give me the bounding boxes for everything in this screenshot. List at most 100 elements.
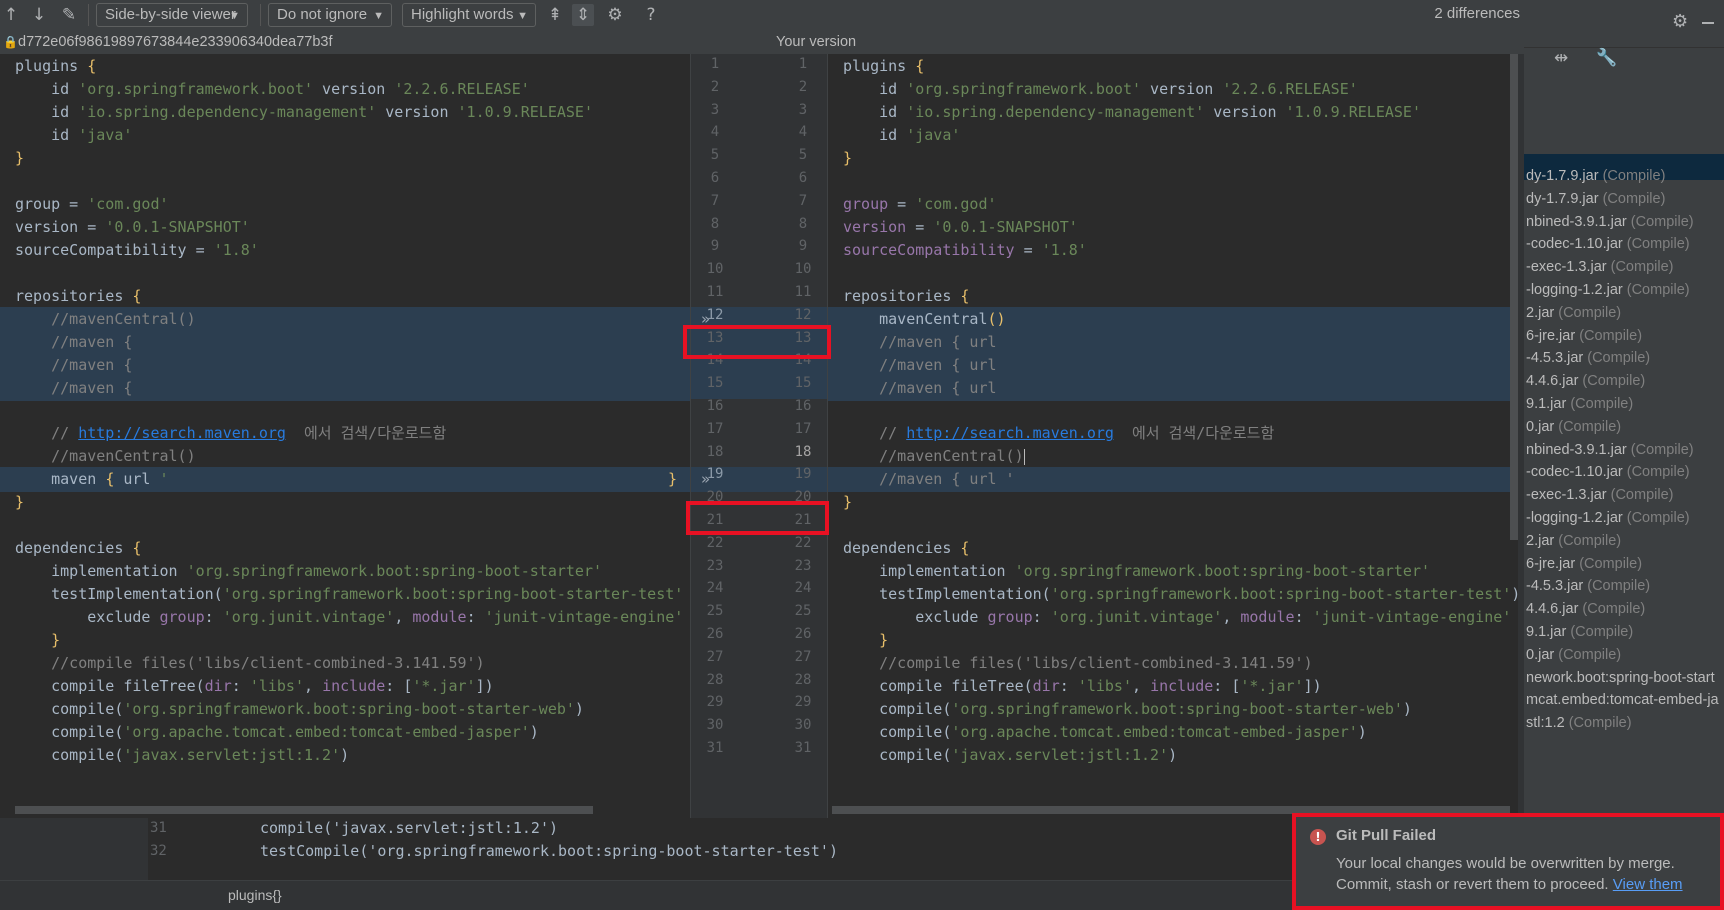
dependency-name: 2.jar [1526,532,1559,549]
dependency-scope: (Compile) [1582,373,1646,390]
edit-source-icon[interactable]: ✎ [58,4,80,26]
notification-message: Your local changes would be overwritten … [1336,853,1716,895]
line-number: 31 [150,820,167,836]
code-line: id 'io.spring.dependency-management' ver… [51,103,593,121]
code-line: compile fileTree(dir: 'libs', include: [… [879,677,1322,695]
dependency-name: 4.4.6.jar [1526,601,1583,618]
left-line-number: 25 [706,603,724,620]
right-editor[interactable]: plugins { id 'org.springframework.boot' … [828,54,1518,818]
dependency-item[interactable]: stl:1.2 (Compile) [1526,711,1632,736]
dependency-scope: (Compile) [1570,396,1634,412]
right-line-number: 16 [794,398,812,414]
git-pull-failed-notification: ! Git Pull Failed Your local changes wou… [1292,813,1724,910]
dependencies-panel: ⚙ ⇹ 🔧 dy-1.7.9.jar (Compile) dy-1.7.9.jar… [1512,0,1724,910]
ignore-whitespace-dropdown[interactable]: Do not ignore ▼ [268,3,392,27]
dependency-item[interactable]: dy-1.7.9.jar (Compile) [1526,164,1665,189]
dependency-item[interactable]: -codec-1.10.jar (Compile) [1526,232,1690,257]
line-number: 32 [150,843,167,859]
dependency-item[interactable]: -exec-1.3.jar (Compile) [1526,483,1673,508]
code-line[interactable]: testCompile('org.springframework.boot:sp… [260,842,838,860]
right-line-number: 2 [798,78,808,95]
dependency-item[interactable]: 2.jar (Compile) [1526,301,1621,326]
settings-gear-icon[interactable]: ⚙ [604,4,626,26]
toolbar-separator [260,4,261,26]
dependency-name: 6-jre.jar [1526,555,1580,572]
left-editor[interactable]: plugins { id 'org.springframework.boot' … [0,54,690,818]
dependency-item[interactable]: -logging-1.2.jar (Compile) [1526,278,1690,303]
dependency-item[interactable]: 2.jar (Compile) [1526,529,1621,554]
code-line: compile('org.apache.tomcat.embed:tomcat-… [51,723,539,741]
left-line-number: 27 [706,648,724,665]
diff-window: ↑ ↓ ✎ Side-by-side viewer ▼ Do not ignor… [0,0,1524,818]
dependency-item[interactable]: -exec-1.3.jar (Compile) [1526,255,1673,280]
highlight-dropdown[interactable]: Highlight words ▼ [402,3,536,27]
right-line-number: 11 [794,284,812,300]
minimize-icon[interactable] [1702,22,1714,24]
dependency-item[interactable]: 6-jre.jar (Compile) [1526,324,1642,349]
dependency-name: -4.5.3.jar [1526,578,1588,595]
dependency-item[interactable]: -4.5.3.jar (Compile) [1526,574,1650,599]
dependency-item[interactable]: mcat.embed:tomcat-embed-ja [1526,688,1719,713]
dependency-scope: (Compile) [1626,236,1690,253]
code-line: version = '0.0.1-SNAPSHOT' [15,218,250,236]
dependency-scope: (Compile) [1582,601,1646,618]
chevron-down-icon: ▼ [229,10,240,22]
settings-gear-icon[interactable]: ⚙ [1672,11,1688,32]
code-line: repositories { [843,287,970,305]
sync-scroll-icon[interactable]: ⇕ [572,4,594,26]
dependency-item[interactable]: nbined-3.9.1.jar (Compile) [1526,438,1694,463]
viewer-dropdown[interactable]: Side-by-side viewer ▼ [96,3,248,27]
apply-change-icon[interactable]: » [701,467,710,492]
right-line-number: 28 [794,671,812,688]
left-line-number: 23 [706,557,724,574]
help-icon[interactable]: ? [640,4,662,26]
dependency-scope: (Compile) [1558,418,1622,435]
dependency-item[interactable]: 6-jre.jar (Compile) [1526,552,1642,577]
dependency-scope: (Compile) [1587,350,1651,367]
horizontal-scrollbar[interactable] [15,806,593,814]
dependency-item[interactable]: 9.1.jar (Compile) [1526,620,1633,645]
code-line: } [843,493,853,511]
code-line: } [15,493,25,511]
dependency-item[interactable]: dy-1.7.9.jar (Compile) [1526,187,1665,212]
dependency-item[interactable]: 0.jar (Compile) [1526,415,1621,440]
next-difference-icon[interactable]: ↓ [28,4,50,26]
changed-line: //mavenCentral() [0,307,690,332]
code-line: testImplementation('org.springframework.… [51,585,684,603]
view-them-link[interactable]: View them [1613,876,1683,893]
notification-title: Git Pull Failed [1336,827,1437,844]
dependency-item[interactable]: 9.1.jar (Compile) [1526,392,1633,417]
wrench-icon[interactable]: 🔧 [1596,48,1617,68]
left-line-number: 15 [706,375,724,392]
dependency-item[interactable]: 4.4.6.jar (Compile) [1526,597,1645,622]
right-line-number: 5 [798,147,808,164]
changed-line: //maven { [0,330,690,355]
code-line: // http://search.maven.org 에서 검색/다운로드함 [879,424,1275,442]
left-line-number: 3 [710,101,720,118]
highlight-box [686,501,829,535]
dependency-name: -codec-1.10.jar [1526,236,1627,253]
vertical-scrollbar[interactable] [1510,54,1518,540]
dependency-item[interactable]: nework.boot:spring-boot-start [1526,666,1715,691]
dependency-name: dy-1.7.9.jar [1526,168,1603,184]
previous-difference-icon[interactable]: ↑ [0,4,22,26]
right-line-number: 7 [798,192,808,209]
code-line: compile('org.springframework.boot:spring… [879,700,1412,718]
code-line: // http://search.maven.org 에서 검색/다운로드함 [51,424,447,442]
collapse-unchanged-icon[interactable]: ⇞ [544,4,566,26]
toggle-offline-icon[interactable]: ⇹ [1554,48,1568,68]
dependency-item[interactable]: -4.5.3.jar (Compile) [1526,346,1650,371]
code-line: //compile files('libs/client-combined-3.… [51,654,485,672]
code-line: id 'java' [51,126,133,144]
dependency-item[interactable]: -codec-1.10.jar (Compile) [1526,460,1690,485]
dependency-item[interactable]: -logging-1.2.jar (Compile) [1526,506,1690,531]
dependency-item[interactable]: 0.jar (Compile) [1526,643,1621,668]
dependency-scope: (Compile) [1558,532,1622,549]
dependency-item[interactable]: 4.4.6.jar (Compile) [1526,369,1645,394]
dependency-scope: (Compile) [1602,190,1666,207]
dependency-scope: (Compile) [1558,304,1622,321]
dependency-item[interactable]: nbined-3.9.1.jar (Compile) [1526,210,1694,235]
left-line-number: 11 [706,284,724,300]
code-line[interactable]: compile('javax.servlet:jstl:1.2') [260,819,558,837]
dependency-scope: (Compile) [1610,487,1674,504]
